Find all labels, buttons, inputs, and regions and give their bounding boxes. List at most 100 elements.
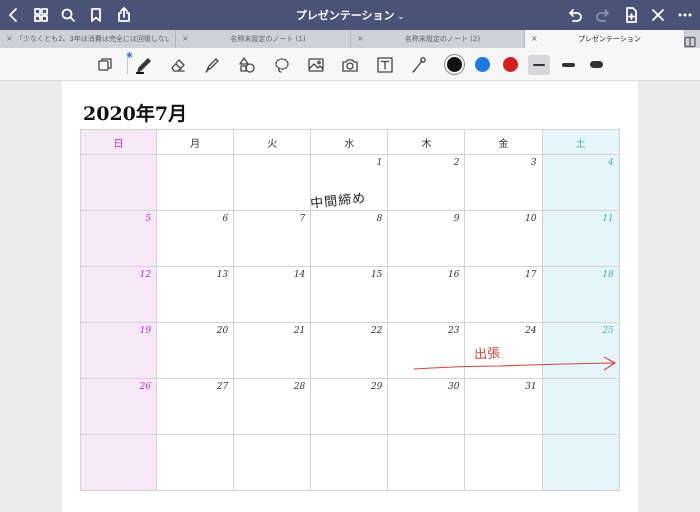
calendar-day-cell[interactable]: [234, 155, 312, 211]
day-number: 10: [525, 214, 537, 224]
calendar-day-cell[interactable]: 13: [157, 267, 235, 323]
tab-close-icon[interactable]: ×: [531, 34, 538, 43]
calendar-day-cell[interactable]: 31: [465, 379, 543, 435]
note-page[interactable]: 2020年7月 日月火水木金土 1 2 3 4 5 6 7 8 9 10 11 12 13 14 15 16 17…: [62, 81, 638, 512]
day-number: 1: [376, 158, 383, 168]
camera-icon[interactable]: [339, 54, 361, 76]
redo-icon[interactable]: [593, 5, 613, 25]
calendar-day-cell[interactable]: 25: [542, 323, 620, 379]
calendar-day-cell[interactable]: 4: [542, 155, 620, 211]
split-view-icon[interactable]: [684, 33, 696, 48]
calendar-day-cell[interactable]: [157, 155, 235, 211]
bookmark-icon[interactable]: [86, 5, 106, 25]
calendar-day-cell[interactable]: [234, 435, 312, 491]
tool-bar: ✱: [0, 48, 700, 81]
day-number: 2: [453, 158, 460, 168]
calendar-grid: 日月火水木金土 1 2 3 4 5 6 7 8 9 10 11 12 13 14 15 16 17 18 19 20 21…: [80, 129, 620, 491]
calendar-day-cell[interactable]: 17: [465, 267, 543, 323]
tab-note-3[interactable]: × 名称未設定のノート (2): [351, 30, 525, 48]
weekday-header: 火: [234, 129, 312, 155]
day-number: 16: [448, 270, 460, 280]
calendar-day-cell[interactable]: 20: [157, 323, 235, 379]
day-number: 11: [602, 214, 614, 224]
calendar-day-cell[interactable]: 19: [80, 323, 158, 379]
laser-icon[interactable]: [408, 54, 430, 76]
close-icon[interactable]: [648, 5, 668, 25]
calendar-day-cell[interactable]: 2: [388, 155, 466, 211]
day-number: 5: [145, 214, 152, 224]
search-icon[interactable]: [58, 5, 78, 25]
color-black-swatch[interactable]: [447, 57, 462, 72]
calendar-day-cell[interactable]: 26: [80, 379, 158, 435]
calendar-day-cell[interactable]: [157, 435, 235, 491]
calendar-day-cell[interactable]: 21: [234, 323, 312, 379]
tab-presentation[interactable]: × プレゼンテーション: [525, 30, 685, 48]
calendar-day-cell[interactable]: 16: [388, 267, 466, 323]
pen-icon[interactable]: [133, 54, 155, 76]
weekday-header: 日: [80, 129, 158, 155]
eraser-icon[interactable]: [167, 54, 189, 76]
calendar-day-cell[interactable]: 23: [388, 323, 466, 379]
calendar-day-cell[interactable]: 22: [311, 323, 389, 379]
tab-note-2[interactable]: × 名称未設定のノート (1): [176, 30, 351, 48]
calendar-day-cell[interactable]: 9: [388, 211, 466, 267]
calendar-day-cell[interactable]: [311, 435, 389, 491]
tab-close-icon[interactable]: ×: [182, 34, 189, 43]
calendar-day-cell[interactable]: 10: [465, 211, 543, 267]
day-number: 4: [607, 158, 614, 168]
highlighter-icon[interactable]: [201, 54, 223, 76]
day-number: 6: [222, 214, 229, 224]
grid-icon[interactable]: [31, 5, 51, 25]
calendar-day-cell[interactable]: 8: [311, 211, 389, 267]
calendar-day-cell[interactable]: [542, 379, 620, 435]
color-blue-swatch[interactable]: [475, 57, 490, 72]
day-number: 20: [216, 326, 229, 336]
calendar-day-cell[interactable]: [388, 435, 466, 491]
tab-note-1[interactable]: × 「少なくとも2、3年は消費は完全には回復しない」: [0, 30, 176, 48]
calendar-day-cell[interactable]: 27: [157, 379, 235, 435]
lasso-icon[interactable]: [271, 54, 293, 76]
day-number: 26: [139, 382, 152, 392]
calendar-day-cell[interactable]: [80, 435, 158, 491]
calendar-day-cell[interactable]: 5: [80, 211, 158, 267]
calendar-day-cell[interactable]: 12: [80, 267, 158, 323]
day-number: 21: [293, 326, 306, 336]
stroke-width-thick[interactable]: [590, 61, 603, 68]
add-page-icon[interactable]: [621, 5, 641, 25]
image-icon[interactable]: [305, 54, 327, 76]
calendar-day-cell[interactable]: 15: [311, 267, 389, 323]
weekday-header: 月: [157, 129, 235, 155]
calendar-day-cell[interactable]: 28: [234, 379, 312, 435]
calendar-day-cell[interactable]: 11: [542, 211, 620, 267]
tab-close-icon[interactable]: ×: [357, 34, 364, 43]
more-icon[interactable]: [675, 5, 695, 25]
calendar-day-cell[interactable]: [542, 435, 620, 491]
color-red-swatch[interactable]: [503, 57, 518, 72]
calendar-day-cell[interactable]: 14: [234, 267, 312, 323]
calendar-day-cell[interactable]: 7: [234, 211, 312, 267]
calendar-day-cell[interactable]: 30: [388, 379, 466, 435]
calendar-day-cell[interactable]: 3: [465, 155, 543, 211]
reader-icon[interactable]: [94, 54, 116, 76]
day-number: 14: [293, 270, 306, 280]
back-icon[interactable]: [4, 5, 24, 25]
stroke-width-thin[interactable]: [528, 55, 550, 75]
undo-icon[interactable]: [565, 5, 585, 25]
weekday-header: 木: [388, 129, 466, 155]
day-number: 8: [376, 214, 383, 224]
day-number: 24: [525, 326, 537, 336]
calendar-day-cell[interactable]: [465, 435, 543, 491]
calendar-day-cell[interactable]: 29: [311, 379, 389, 435]
calendar-day-cell[interactable]: 18: [542, 267, 620, 323]
document-title[interactable]: プレゼンテーション ⌄: [250, 7, 450, 23]
tab-close-icon[interactable]: ×: [6, 34, 13, 43]
day-number: 18: [602, 270, 614, 280]
text-icon[interactable]: [374, 54, 396, 76]
day-number: 31: [525, 382, 537, 392]
calendar-day-cell[interactable]: [80, 155, 158, 211]
stroke-width-medium[interactable]: [562, 63, 575, 67]
share-icon[interactable]: [114, 5, 134, 25]
calendar-day-cell[interactable]: 6: [157, 211, 235, 267]
top-bar: プレゼンテーション ⌄: [0, 0, 700, 30]
shapes-icon[interactable]: [236, 54, 258, 76]
